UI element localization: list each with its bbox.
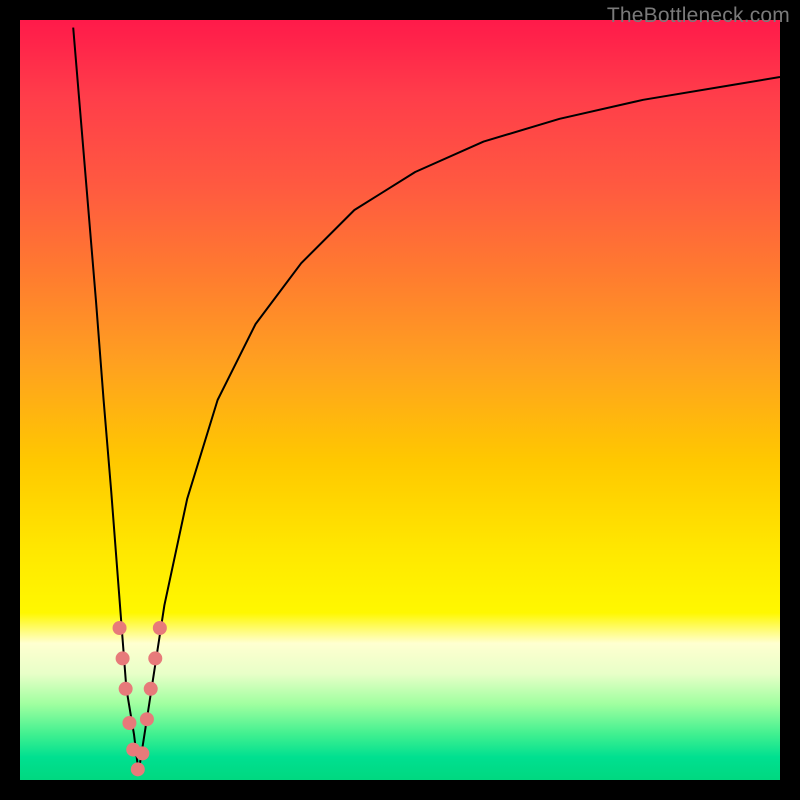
plot-area bbox=[20, 20, 780, 780]
marker-point bbox=[113, 621, 127, 635]
marker-point bbox=[135, 746, 149, 760]
marker-point bbox=[153, 621, 167, 635]
chart-container: TheBottleneck.com bbox=[0, 0, 800, 800]
marker-point bbox=[122, 716, 136, 730]
marker-point bbox=[126, 743, 140, 757]
marker-point bbox=[119, 682, 133, 696]
marker-point bbox=[148, 651, 162, 665]
chart-svg bbox=[20, 20, 780, 780]
curve-left-valley-branch bbox=[73, 28, 138, 773]
marker-point bbox=[131, 762, 145, 776]
marker-point bbox=[140, 712, 154, 726]
marker-point bbox=[116, 651, 130, 665]
watermark-text: TheBottleneck.com bbox=[607, 4, 790, 28]
curve-right-valley-branch bbox=[139, 77, 780, 772]
marker-point bbox=[144, 682, 158, 696]
